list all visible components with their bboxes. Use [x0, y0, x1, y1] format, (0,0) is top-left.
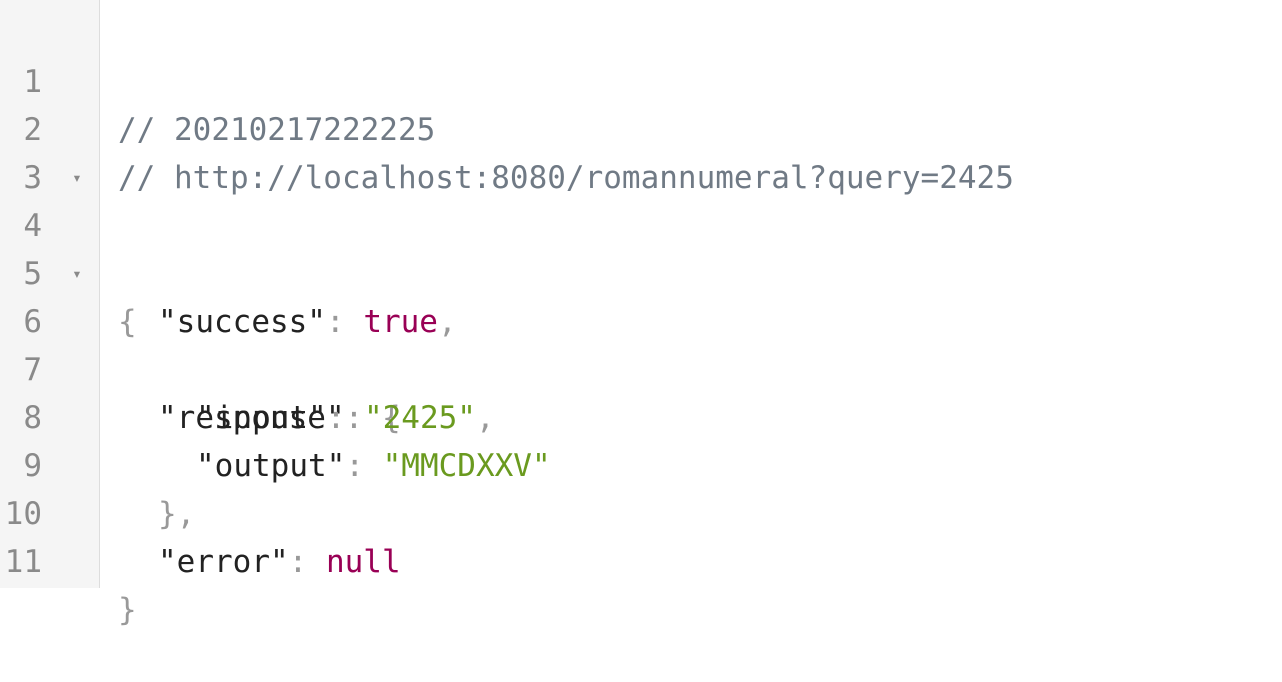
code-line-2: 2 // http://localhost:8080/romannumeral?… — [0, 58, 1282, 196]
code-area: 1 // 20210217222225 2 // http://localhos… — [0, 10, 1282, 628]
fold-toggle-icon[interactable]: ▾ — [68, 154, 86, 202]
code-line-11: 11 } — [0, 490, 1282, 628]
code-line-3: 3 — [0, 106, 1282, 196]
code-line-6: 6 ▾ "response": { — [0, 250, 1282, 436]
json-colon: : — [288, 544, 326, 580]
line-number: 11 — [4, 544, 42, 580]
code-line-10: 10 "error": null — [0, 442, 1282, 580]
code-line-9: 9 }, — [0, 394, 1282, 532]
code-line-4: 4 ▾ { — [0, 154, 1282, 340]
root-close-brace: } — [118, 592, 137, 628]
code-line-1: 1 // 20210217222225 — [0, 10, 1282, 148]
json-key: "error" — [158, 544, 289, 580]
code-line-8: 8 "output": "MMCDXXV" — [0, 346, 1282, 484]
json-viewer: 1 // 20210217222225 2 // http://localhos… — [0, 0, 1282, 628]
fold-toggle-icon[interactable]: ▾ — [68, 250, 86, 298]
error-entry: "error": null — [158, 538, 401, 586]
code-line-7: 7 "input": "2425", — [0, 298, 1282, 436]
code-line-5: 5 "success": true, — [0, 202, 1282, 340]
json-null-value: null — [325, 544, 401, 580]
